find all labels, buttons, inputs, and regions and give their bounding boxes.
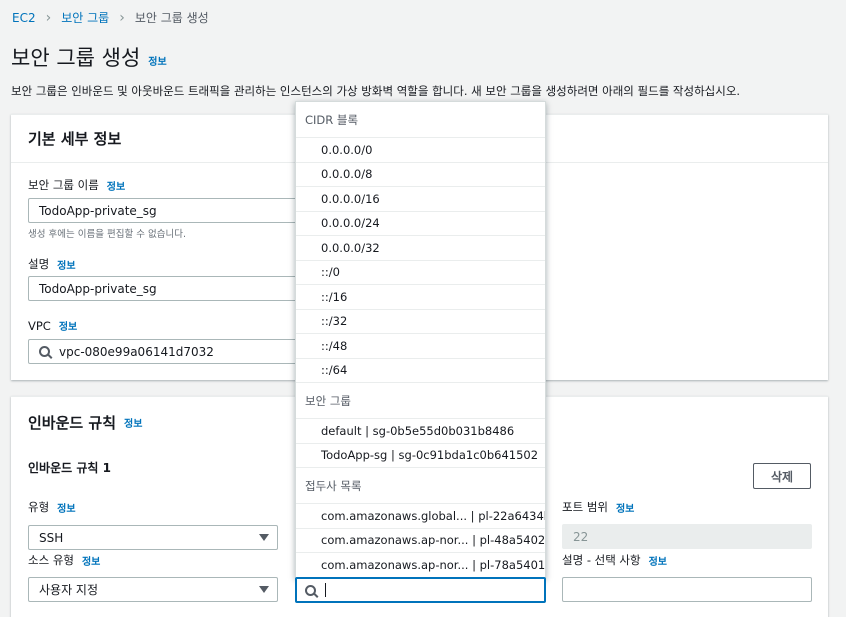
source-suggestions-dropdown: CIDR 블록 0.0.0.0/0 0.0.0.0/8 0.0.0.0/16 0… — [295, 101, 546, 578]
sg-name-value: TodoApp-private_sg — [39, 203, 157, 218]
dropdown-group-prefix-lists: 접두사 목록 — [296, 468, 545, 504]
source-search-input[interactable] — [295, 577, 546, 603]
chevron-right-icon: › — [119, 9, 125, 26]
dropdown-option[interactable]: TodoApp-sg | sg-0c91bda1c0b641502 — [296, 444, 545, 468]
port-range-value: 22 — [573, 529, 589, 544]
breadcrumb-current: 보안 그룹 생성 — [134, 11, 209, 25]
dropdown-option[interactable]: com.amazonaws.ap-nor... | pl-78a54011 — [296, 553, 545, 577]
dropdown-option[interactable]: 0.0.0.0/24 — [296, 212, 545, 236]
rule-description-label-text: 설명 - 선택 사항 — [562, 553, 641, 567]
vpc-info-link[interactable]: 정보 — [59, 318, 77, 333]
description-label-text: 설명 — [28, 257, 50, 271]
sg-name-label: 보안 그룹 이름 정보 — [28, 177, 125, 193]
rule-description-info-link[interactable]: 정보 — [649, 553, 667, 568]
port-range-info-link[interactable]: 정보 — [616, 500, 634, 515]
description-value: TodoApp-private_sg — [39, 281, 157, 296]
type-value: SSH — [39, 530, 64, 545]
delete-rule-button[interactable]: 삭제 — [753, 463, 811, 489]
description-input[interactable]: TodoApp-private_sg — [28, 276, 318, 301]
chevron-right-icon: › — [45, 9, 52, 26]
type-info-link[interactable]: 정보 — [57, 500, 75, 515]
source-type-info-link[interactable]: 정보 — [82, 553, 100, 568]
dropdown-group-security-groups: 보안 그룹 — [296, 383, 545, 419]
dropdown-option[interactable]: com.amazonaws.ap-nor... | pl-48a54021 — [296, 529, 545, 553]
rule-description-label: 설명 - 선택 사항 정보 — [562, 552, 667, 568]
dropdown-option[interactable]: 0.0.0.0/32 — [296, 236, 545, 261]
dropdown-option[interactable]: 0.0.0.0/8 — [296, 163, 545, 187]
dropdown-option[interactable]: ::/0 — [296, 261, 545, 285]
vpc-value: vpc-080e99a06141d7032 — [59, 344, 214, 359]
sg-name-input[interactable]: TodoApp-private_sg — [28, 198, 318, 223]
inbound-rules-title: 인바운드 규칙 — [28, 413, 117, 432]
sg-name-label-text: 보안 그룹 이름 — [28, 178, 99, 192]
port-range-label: 포트 범위 정보 — [562, 499, 634, 515]
dropdown-option[interactable]: 0.0.0.0/0 — [296, 138, 545, 163]
rule-description-input[interactable] — [562, 577, 812, 602]
sg-name-hint: 생성 후에는 이름을 편집할 수 없습니다. — [28, 229, 186, 240]
breadcrumb-security-groups-link[interactable]: 보안 그룹 — [61, 9, 109, 26]
page-title-text: 보안 그룹 생성 — [11, 46, 141, 70]
search-icon — [39, 346, 50, 357]
dropdown-option[interactable]: ::/64 — [296, 359, 545, 383]
description-info-link[interactable]: 정보 — [57, 257, 75, 272]
vpc-input[interactable]: vpc-080e99a06141d7032 — [28, 339, 318, 364]
dropdown-group-cidr: CIDR 블록 — [296, 102, 545, 138]
page-info-link[interactable]: 정보 — [148, 53, 166, 68]
dropdown-option[interactable]: ::/48 — [296, 334, 545, 359]
inbound-rule-1-title: 인바운드 규칙 1 — [28, 461, 111, 475]
page-description: 보안 그룹은 인바운드 및 아웃바운드 트래픽을 관리하는 인스턴스의 가상 방… — [11, 84, 741, 98]
dropdown-option[interactable]: ::/32 — [296, 310, 545, 334]
dropdown-option[interactable]: 0.0.0.0/16 — [296, 187, 545, 212]
inbound-info-link[interactable]: 정보 — [124, 415, 142, 430]
source-type-label-text: 소스 유형 — [28, 553, 74, 567]
search-icon — [305, 584, 316, 596]
vpc-label-text: VPC — [28, 318, 51, 333]
breadcrumb: EC2 › 보안 그룹 › 보안 그룹 생성 — [12, 9, 209, 26]
source-type-label: 소스 유형 정보 — [28, 552, 100, 568]
description-label: 설명 정보 — [28, 256, 76, 272]
text-cursor — [325, 583, 326, 597]
type-label-text: 유형 — [28, 500, 50, 514]
dropdown-option[interactable]: default | sg-0b5e55d0b031b8486 — [296, 419, 545, 444]
dropdown-option[interactable]: ::/16 — [296, 285, 545, 310]
vpc-label: VPC 정보 — [28, 318, 77, 334]
source-type-select[interactable]: 사용자 지정 — [28, 577, 278, 602]
source-type-value: 사용자 지정 — [39, 583, 99, 597]
breadcrumb-ec2-link[interactable]: EC2 — [12, 11, 36, 25]
caret-down-icon — [259, 586, 269, 593]
page-title: 보안 그룹 생성 정보 — [11, 42, 167, 72]
type-label: 유형 정보 — [28, 499, 76, 515]
type-select[interactable]: SSH — [28, 525, 278, 550]
caret-down-icon — [259, 534, 269, 541]
dropdown-option[interactable]: com.amazonaws.global... | pl-22a6434b — [296, 504, 545, 529]
sg-name-info-link[interactable]: 정보 — [107, 178, 125, 193]
port-range-label-text: 포트 범위 — [562, 500, 608, 514]
port-range-input: 22 — [562, 524, 812, 549]
